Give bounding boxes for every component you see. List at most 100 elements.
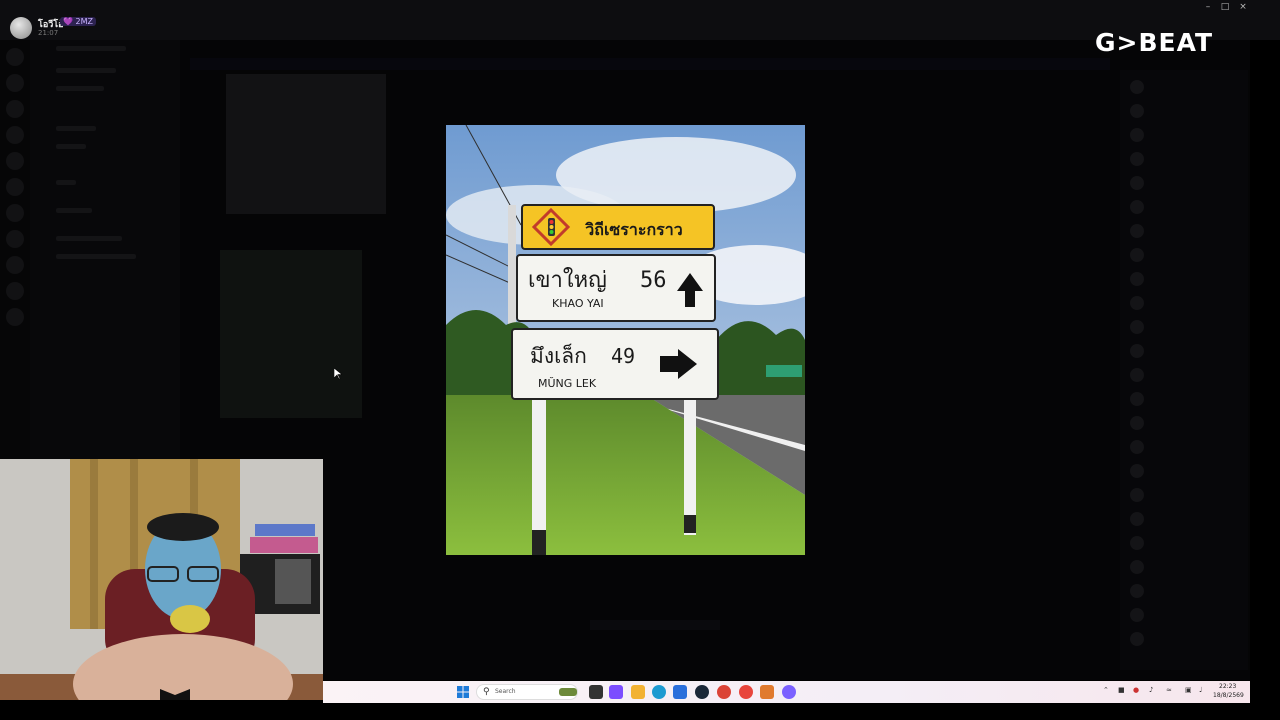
volume-icon[interactable]: ♩ — [1199, 686, 1202, 694]
face-paint — [170, 605, 210, 633]
edge-icon[interactable] — [652, 685, 666, 699]
shelf-item — [250, 537, 318, 553]
member-avatar — [1130, 248, 1144, 262]
chrome-icon[interactable] — [717, 685, 731, 699]
wifi-icon[interactable]: ≈ — [1166, 686, 1172, 694]
minimize-icon[interactable]: – — [1200, 2, 1216, 12]
server-icon — [6, 74, 24, 92]
windows-start-icon[interactable] — [457, 686, 469, 698]
dimmed-image-message — [226, 74, 386, 214]
server-icon — [6, 100, 24, 118]
clock-date[interactable]: 18/8/2569 — [1213, 692, 1244, 699]
green-light — [549, 230, 554, 234]
member-avatar — [1130, 440, 1144, 454]
mung-lek-distance: 49 — [611, 344, 635, 368]
khao-yai-distance: 56 — [640, 268, 667, 293]
channel-logo: G>BEAT — [1095, 28, 1214, 57]
member-avatar — [1130, 200, 1144, 214]
tray-app-icon[interactable]: ● — [1133, 686, 1139, 694]
server-icon — [6, 178, 24, 196]
mung-lek-english: MŬNG LEK — [538, 377, 597, 390]
channel-line — [56, 180, 76, 185]
member-avatar — [1130, 272, 1144, 286]
sign-post-base — [684, 515, 696, 533]
channel-line — [56, 144, 86, 149]
chevron-up-icon[interactable]: ⌃ — [1103, 686, 1109, 694]
search-icon: ⚲ — [483, 687, 490, 697]
member-avatar — [1130, 464, 1144, 478]
roadside-shop — [766, 365, 802, 377]
sign-post-right — [684, 395, 696, 535]
khao-yai-english: KHAO YAI — [552, 297, 604, 310]
member-avatar — [1130, 632, 1144, 646]
channel-line — [56, 208, 92, 213]
server-icon — [6, 308, 24, 326]
messenger-icon[interactable] — [782, 685, 796, 699]
dimmed-image-message — [220, 250, 362, 418]
member-avatar — [1130, 416, 1144, 430]
taskbar-search[interactable]: ⚲ Search — [476, 684, 578, 700]
member-avatar — [1130, 512, 1144, 526]
channel-line — [56, 126, 96, 131]
avatar[interactable] — [10, 17, 32, 39]
member-avatar — [1130, 560, 1144, 574]
task-view-icon[interactable] — [589, 685, 603, 699]
file-explorer-icon[interactable] — [631, 685, 645, 699]
streamer-webcam — [0, 459, 323, 700]
steam-icon[interactable] — [695, 685, 709, 699]
server-icon — [6, 204, 24, 222]
member-avatar — [1130, 224, 1144, 238]
channel-line — [56, 68, 116, 73]
store-icon[interactable] — [673, 685, 687, 699]
curtain-fold — [90, 459, 98, 629]
maximize-icon[interactable]: □ — [1217, 2, 1233, 12]
game-icon[interactable] — [760, 685, 774, 699]
windows-taskbar: ⚲ Search ⌃ ■ ● ♪ ≈ ▣ ♩ 22:23 18/8/2569 — [323, 681, 1250, 703]
member-avatar — [1130, 368, 1144, 382]
tray-app-icon[interactable]: ■ — [1118, 686, 1125, 694]
sign-top-label: วิถีเซราะกราว — [584, 220, 682, 239]
channel-line — [56, 46, 126, 51]
shelf-item — [255, 524, 315, 536]
server-icon — [6, 126, 24, 144]
dimmed-open-original-link — [590, 620, 720, 630]
red-light — [549, 220, 554, 224]
member-avatar — [1130, 344, 1144, 358]
yellow-light — [549, 225, 554, 229]
close-icon[interactable]: × — [1235, 2, 1251, 12]
member-avatar — [1130, 584, 1144, 598]
member-avatar — [1130, 608, 1144, 622]
server-icon — [6, 282, 24, 300]
trees-right — [716, 321, 805, 395]
road-sign-photo[interactable]: วิถีเซราะกราว เขาใหญ่ 56 KHAO YAI มึงเล็… — [446, 125, 805, 555]
member-avatar — [1130, 128, 1144, 142]
hair — [147, 513, 219, 541]
channel-line — [56, 86, 104, 91]
image-viewer-topbar — [0, 0, 1280, 40]
server-icon — [6, 152, 24, 170]
member-avatar — [1130, 80, 1144, 94]
member-avatar — [1130, 536, 1144, 550]
member-avatar — [1130, 296, 1144, 310]
upload-time: 21:07 — [38, 29, 59, 37]
member-avatar — [1130, 488, 1144, 502]
khao-yai-thai: เขาใหญ่ — [528, 267, 607, 293]
member-avatar — [1130, 392, 1144, 406]
clock-time[interactable]: 22:23 — [1219, 683, 1236, 690]
member-avatar — [1130, 176, 1144, 190]
member-avatar — [1130, 152, 1144, 166]
channel-line — [56, 254, 136, 259]
mouse-cursor-icon — [334, 368, 342, 380]
microphone-icon[interactable]: ♪ — [1149, 686, 1153, 694]
search-highlight-icon — [559, 688, 577, 696]
dimmed-channel-list — [30, 40, 180, 460]
uploader-badge: 💜 2MZ — [60, 17, 96, 26]
server-icon — [6, 48, 24, 66]
chrome-alt-icon[interactable] — [739, 685, 753, 699]
display-icon[interactable]: ▣ — [1185, 686, 1192, 694]
copilot-icon[interactable] — [609, 685, 623, 699]
member-avatar — [1130, 320, 1144, 334]
shelf-box — [275, 559, 311, 604]
dimmed-channel-header — [190, 58, 1110, 70]
member-avatar — [1130, 104, 1144, 118]
